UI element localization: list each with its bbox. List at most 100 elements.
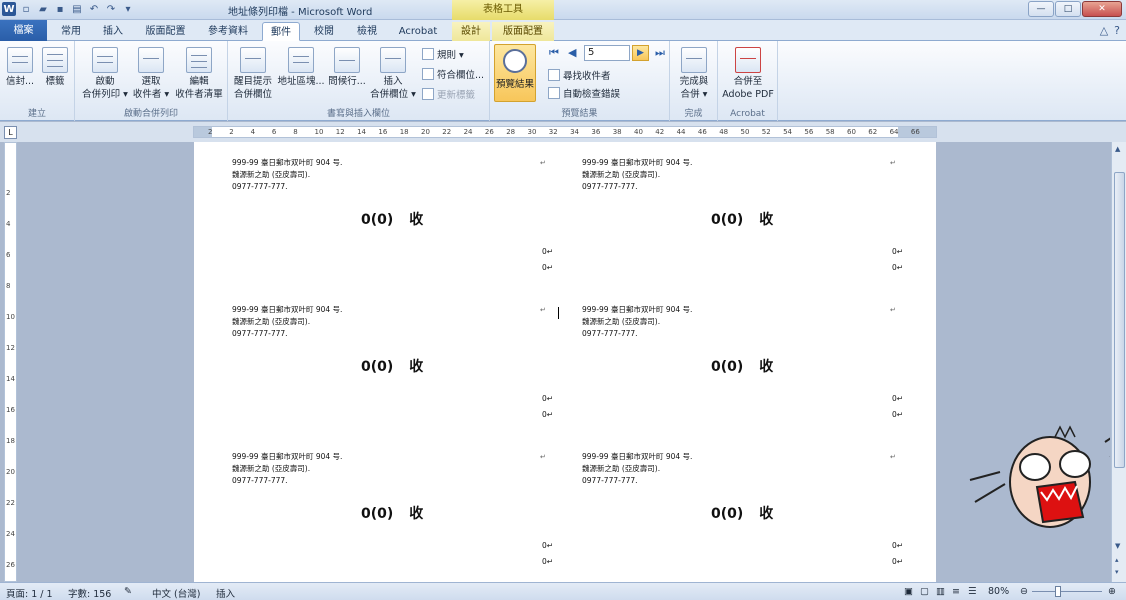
- tab-table-layout[interactable]: 版面配置: [492, 22, 554, 41]
- last-record-icon[interactable]: ⏭: [655, 46, 665, 60]
- insert-merge-field-button[interactable]: 插入 合併欄位 ▾: [368, 47, 418, 101]
- next-page-icon[interactable]: ▾: [1115, 568, 1119, 576]
- labels-icon: [42, 47, 68, 73]
- minimize-button[interactable]: —: [1028, 1, 1054, 17]
- edit-recipient-list-button[interactable]: 編輯 收件者清單: [173, 47, 225, 101]
- mail-label[interactable]: 999-99 臺日郵市双叶町 904 号. 魏源新之助 (亞皮壽司). 0977-7…: [561, 142, 903, 288]
- tab-insert[interactable]: 插入: [94, 22, 132, 41]
- recipient-name: 0(0): [711, 212, 744, 228]
- start-mail-merge-button[interactable]: 啟動 合併列印 ▾: [81, 47, 129, 101]
- status-bar: 頁面: 1 / 1 字數: 156 ✎ 中文 (台灣) 插入 ▣ ▢ ▥ ≡ ☰…: [0, 582, 1126, 600]
- help-icon[interactable]: ?: [1114, 24, 1120, 37]
- tab-references[interactable]: 參考資料: [198, 22, 258, 41]
- tab-selector-button[interactable]: L: [4, 126, 17, 139]
- zoom-level[interactable]: 80%: [988, 586, 1009, 597]
- ruler-tick: 8: [293, 128, 298, 136]
- zoom-slider-knob[interactable]: [1055, 586, 1061, 597]
- tab-home[interactable]: 常用: [52, 22, 90, 41]
- print-layout-view-icon[interactable]: ▣: [904, 586, 913, 597]
- merge-to-pdf-button[interactable]: 合併至 Adobe PDF: [720, 47, 776, 101]
- envelopes-button[interactable]: 信封...: [4, 47, 36, 88]
- greeting-line-button[interactable]: 問候行...: [326, 47, 368, 88]
- find-recipient-button[interactable]: 尋找收件者: [548, 68, 611, 82]
- highlight-fields-icon: [240, 47, 266, 73]
- next-record-button[interactable]: ▶: [632, 45, 649, 61]
- tab-page-layout[interactable]: 版面配置: [138, 22, 193, 41]
- previous-page-icon[interactable]: ▴: [1115, 556, 1119, 564]
- update-labels-button[interactable]: 更新標籤: [422, 87, 475, 101]
- ribbon-tabs: 檔案 常用 插入 版面配置 參考資料 郵件 校閱 檢視 Acrobat 設計 版…: [0, 20, 1126, 41]
- finish-merge-button[interactable]: 完成與 合併 ▾: [673, 47, 715, 101]
- group-start-mail-merge: 啟動 合併列印 ▾ 選取 收件者 ▾ 編輯 收件者清單 啟動合併列印: [75, 41, 228, 121]
- highlight-fields-button[interactable]: 醒目提示 合併欄位: [230, 47, 276, 101]
- ruler-tick: 10: [314, 128, 324, 136]
- word-count[interactable]: 字數: 156: [68, 586, 111, 600]
- undo-icon[interactable]: ↶: [87, 2, 101, 16]
- preview-results-button[interactable]: 預覽結果: [494, 44, 536, 102]
- customize-qat-icon[interactable]: ▾: [121, 2, 135, 16]
- horizontal-ruler[interactable]: 2 2 4 6 8 10 12 14 16 18 20 22 24 26 28 30 32 34 36 38 40 42 4…: [193, 126, 937, 138]
- scroll-down-icon[interactable]: ▼: [1115, 542, 1120, 550]
- zoom-out-icon[interactable]: ⊖: [1020, 586, 1028, 597]
- mail-label[interactable]: 999-99 臺日郵市双叶町 904 号. 魏源新之助 (亞皮壽司). 0977-7…: [211, 436, 554, 582]
- tab-view[interactable]: 檢視: [348, 22, 386, 41]
- language-indicator[interactable]: 中文 (台灣): [152, 586, 200, 600]
- match-fields-button[interactable]: 符合欄位...: [422, 67, 484, 81]
- open-folder-icon[interactable]: ▰: [36, 2, 50, 16]
- mail-label[interactable]: 999-99 臺日郵市双叶町 904 号. 魏源新之助 (亞皮壽司). 0977-7…: [561, 436, 904, 582]
- window-controls: — □ ✕: [1028, 1, 1122, 17]
- zoom-in-icon[interactable]: ⊕: [1108, 586, 1116, 597]
- mail-label[interactable]: 999-99 臺日郵市双叶町 904 号. 魏源新之助 (亞皮壽司). 0977-7…: [211, 289, 553, 435]
- recipient-name: 0(0): [361, 506, 394, 522]
- mail-label[interactable]: 999-99 臺日郵市双叶町 904 号. 魏源新之助 (亞皮壽司). 0977-7…: [561, 289, 903, 435]
- maximize-button[interactable]: □: [1055, 1, 1081, 17]
- word-logo-icon[interactable]: W: [2, 2, 16, 16]
- title-bar: W ▫ ▰ ▪ ▤ ↶ ↷ ▾ 地址條列印檔 - Microsoft Word …: [0, 0, 1126, 20]
- vertical-scrollbar[interactable]: ▲ ▼ ▴ ▾: [1111, 142, 1126, 582]
- insert-mode[interactable]: 插入: [216, 586, 235, 600]
- tab-design[interactable]: 設計: [452, 22, 490, 41]
- record-number-input[interactable]: 5: [584, 45, 630, 61]
- print-preview-icon[interactable]: ▤: [70, 2, 84, 16]
- zero-field-1: 0↵: [542, 541, 554, 550]
- vertical-ruler[interactable]: 2 4 6 8 10 12 14 16 18 20 22 24 26: [4, 142, 17, 582]
- ruler-tick: 58: [825, 128, 835, 136]
- minimize-ribbon-icon[interactable]: △: [1100, 24, 1108, 37]
- previous-record-icon[interactable]: ◀: [568, 46, 576, 59]
- finish-line2: 合併 ▾: [680, 89, 708, 100]
- auto-check-errors-button[interactable]: 自動檢查錯誤: [548, 86, 620, 100]
- tab-mailings[interactable]: 郵件: [262, 22, 300, 41]
- mail-label[interactable]: 999-99 臺日郵市双叶町 904 号. 魏源新之助 (亞皮壽司). 0977-7…: [211, 142, 553, 288]
- ruler-tick: 12: [335, 128, 345, 136]
- redo-icon[interactable]: ↷: [104, 2, 118, 16]
- select-recipients-button[interactable]: 選取 收件者 ▾: [131, 47, 171, 101]
- ruler-tick: 50: [740, 128, 750, 136]
- tab-file[interactable]: 檔案: [0, 20, 47, 41]
- close-button[interactable]: ✕: [1082, 1, 1122, 17]
- recipient-name: 0(0): [711, 506, 744, 522]
- first-record-icon[interactable]: ⏮: [549, 46, 559, 60]
- zoom-slider[interactable]: [1032, 591, 1102, 592]
- match-fields-label: 符合欄位...: [437, 70, 485, 81]
- full-screen-view-icon[interactable]: ▢: [920, 586, 929, 597]
- tab-review[interactable]: 校閱: [305, 22, 343, 41]
- new-doc-icon[interactable]: ▫: [19, 2, 33, 16]
- scroll-up-icon[interactable]: ▲: [1115, 145, 1120, 153]
- outline-view-icon[interactable]: ≡: [952, 586, 960, 597]
- address-block-button[interactable]: 地址區塊...: [276, 47, 326, 88]
- ruler-tick: 60: [847, 128, 856, 136]
- web-layout-view-icon[interactable]: ▥: [936, 586, 945, 597]
- tab-right-icons: △ ?: [1100, 24, 1120, 37]
- draft-view-icon[interactable]: ☰: [968, 586, 977, 597]
- document-page[interactable]: 999-99 臺日郵市双叶町 904 号. 魏源新之助 (亞皮壽司). 0977-7…: [194, 142, 936, 582]
- cell-end-mark: ↵: [540, 159, 546, 167]
- address-line2: 魏源新之助 (亞皮壽司).: [232, 464, 311, 473]
- save-icon[interactable]: ▪: [53, 2, 67, 16]
- proofing-icon[interactable]: ✎: [124, 586, 132, 597]
- tab-acrobat[interactable]: Acrobat: [392, 22, 444, 41]
- rules-button[interactable]: 規則 ▾: [422, 47, 464, 61]
- labels-button[interactable]: 標籤: [40, 47, 70, 88]
- scrollbar-thumb[interactable]: [1114, 172, 1125, 468]
- page-count[interactable]: 頁面: 1 / 1: [6, 586, 53, 600]
- zero-field-2: 0↵: [892, 557, 904, 566]
